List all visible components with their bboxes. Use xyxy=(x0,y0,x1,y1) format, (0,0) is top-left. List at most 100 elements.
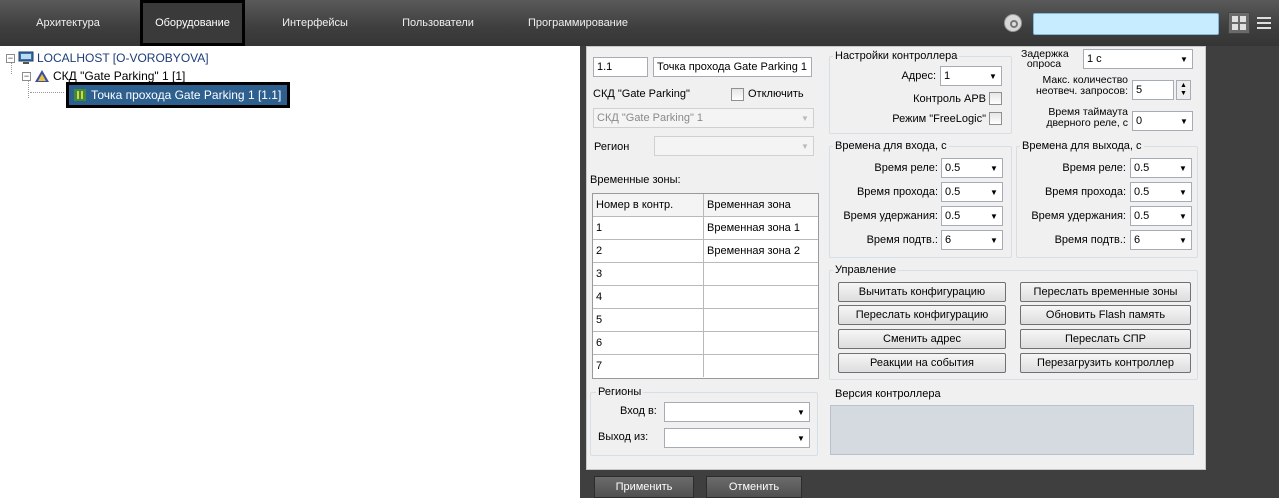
layout-grid-icon[interactable] xyxy=(1228,12,1250,34)
table-cell[interactable]: Временная зона 1 xyxy=(704,217,818,239)
table-cell[interactable]: Временная зона 2 xyxy=(704,240,818,262)
exit-relay-select[interactable]: 0.5 ▼ xyxy=(1130,158,1192,178)
max-requests-field[interactable]: 5 xyxy=(1132,80,1174,100)
exit-hold-label: Время удержания: xyxy=(1031,210,1126,222)
menu-icon[interactable] xyxy=(1253,12,1275,34)
entry-hold-select[interactable]: 0.5 ▼ xyxy=(941,206,1003,226)
change-address-button[interactable]: Сменить адрес xyxy=(838,329,1006,349)
regions-group-title: Регионы xyxy=(596,386,644,398)
read-config-button[interactable]: Вычитать конфигурацию xyxy=(838,282,1006,302)
exit-pass-value: 0.5 xyxy=(1134,186,1150,198)
time-zones-table: Номер в контр. Временная зона 1 Временна… xyxy=(592,193,819,379)
apply-button[interactable]: Применить xyxy=(594,476,694,498)
exit-region-select[interactable]: ▼ xyxy=(664,428,810,448)
table-cell[interactable] xyxy=(704,263,818,285)
relay-timeout-select[interactable]: 0 ▼ xyxy=(1132,111,1193,131)
chevron-down-icon: ▼ xyxy=(1179,163,1187,173)
chevron-up-icon[interactable]: ▲ xyxy=(1180,82,1187,90)
apb-label: Контроль АРВ xyxy=(913,93,986,105)
tree-node-label: Точка прохода Gate Parking 1 [1.1] xyxy=(91,88,282,102)
search-input[interactable] xyxy=(1033,13,1219,35)
disable-checkbox[interactable] xyxy=(731,88,744,101)
table-cell[interactable] xyxy=(704,286,818,308)
table-cell[interactable] xyxy=(704,355,818,377)
entry-region-select[interactable]: ▼ xyxy=(664,402,810,422)
tree-node-label: СКД "Gate Parking" 1 [1] xyxy=(53,69,186,83)
chevron-down-icon[interactable]: ▼ xyxy=(1180,90,1187,98)
apb-checkbox[interactable] xyxy=(989,92,1002,105)
send-time-zones-button[interactable]: Переслать временные зоны xyxy=(1020,282,1191,302)
table-row[interactable]: 6 xyxy=(593,332,818,355)
send-config-button[interactable]: Переслать конфигурацию xyxy=(838,305,1006,325)
entry-confirm-select[interactable]: 6 ▼ xyxy=(941,230,1003,250)
chevron-down-icon: ▼ xyxy=(990,187,998,197)
chevron-down-icon: ▼ xyxy=(1179,211,1187,221)
relay-timeout-label: Время таймаута дверного реле, с xyxy=(1046,106,1128,129)
tab-users[interactable]: Пользователи xyxy=(393,0,483,46)
address-select[interactable]: 1 ▼ xyxy=(940,66,1002,86)
top-menu-bar: Архитектура Оборудование Интерфейсы Поль… xyxy=(0,0,1279,46)
tab-equipment[interactable]: Оборудование xyxy=(140,0,245,46)
update-flash-button[interactable]: Обновить Flash память xyxy=(1020,305,1191,325)
collapse-icon[interactable]: − xyxy=(22,71,31,81)
event-reactions-button[interactable]: Реакции на события xyxy=(838,353,1006,373)
table-row[interactable]: 1 Временная зона 1 xyxy=(593,217,818,240)
settings-gear-icon[interactable] xyxy=(1004,14,1022,32)
column-header[interactable]: Временная зона xyxy=(704,194,818,216)
skd-select[interactable]: СКД "Gate Parking" 1 ▼ xyxy=(593,108,814,128)
name-field[interactable]: Точка прохода Gate Parking 1 xyxy=(653,57,812,77)
chevron-down-icon: ▼ xyxy=(1180,116,1188,126)
tree-node-access-point[interactable]: Точка прохода Gate Parking 1 [1.1] xyxy=(66,82,291,108)
chevron-down-icon: ▼ xyxy=(1179,187,1187,197)
exit-pass-select[interactable]: 0.5 ▼ xyxy=(1130,182,1192,202)
table-row[interactable]: 3 xyxy=(593,263,818,286)
table-row[interactable]: 5 xyxy=(593,309,818,332)
freelogic-checkbox[interactable] xyxy=(989,112,1002,125)
table-cell: 1 xyxy=(593,217,704,239)
tree-node-localhost[interactable]: − LOCALHOST [O-VOROBYOVA] xyxy=(6,50,209,66)
poll-delay-value: 1 с xyxy=(1087,53,1102,65)
exit-confirm-select[interactable]: 6 ▼ xyxy=(1130,230,1192,250)
tab-programming[interactable]: Программирование xyxy=(523,0,633,46)
entry-relay-select[interactable]: 0.5 ▼ xyxy=(941,158,1003,178)
table-row[interactable]: 4 xyxy=(593,286,818,309)
chevron-down-icon: ▼ xyxy=(990,211,998,221)
table-cell: 3 xyxy=(593,263,704,285)
exit-hold-select[interactable]: 0.5 ▼ xyxy=(1130,206,1192,226)
table-row[interactable]: 2 Временная зона 2 xyxy=(593,240,818,263)
entry-region-label: Вход в: xyxy=(620,405,657,417)
table-cell: 6 xyxy=(593,332,704,354)
controller-version-title: Версия контроллера xyxy=(833,388,943,400)
send-spr-button[interactable]: Переслать СПР xyxy=(1020,329,1191,349)
collapse-icon[interactable]: − xyxy=(6,53,15,63)
max-requests-stepper[interactable]: ▲ ▼ xyxy=(1176,80,1191,100)
tab-interfaces[interactable]: Интерфейсы xyxy=(277,0,353,46)
exit-hold-value: 0.5 xyxy=(1134,210,1150,222)
region-select[interactable]: ▼ xyxy=(654,136,814,156)
entry-pass-select[interactable]: 0.5 ▼ xyxy=(941,182,1003,202)
table-row[interactable]: 7 xyxy=(593,355,818,378)
cancel-button[interactable]: Отменить xyxy=(706,476,802,498)
computer-icon xyxy=(18,51,34,65)
reboot-controller-button[interactable]: Перезагрузить контроллер xyxy=(1020,353,1191,373)
address-value: 1 xyxy=(944,70,951,82)
column-header[interactable]: Номер в контр. xyxy=(593,194,704,216)
chevron-down-icon: ▼ xyxy=(1179,235,1187,245)
poll-delay-select[interactable]: 1 с ▼ xyxy=(1083,49,1193,69)
entry-pass-value: 0.5 xyxy=(945,186,961,198)
access-controller-icon xyxy=(34,69,50,83)
relay-timeout-value: 0 xyxy=(1136,115,1143,127)
chevron-down-icon: ▼ xyxy=(797,407,805,417)
table-cell[interactable] xyxy=(704,309,818,331)
table-cell[interactable] xyxy=(704,332,818,354)
entry-times-title: Времена для входа, с xyxy=(833,140,949,152)
tab-architecture[interactable]: Архитектура xyxy=(30,0,106,46)
id-field[interactable]: 1.1 xyxy=(593,57,648,77)
region-label: Регион xyxy=(594,141,630,153)
exit-confirm-value: 6 xyxy=(1134,234,1141,246)
chevron-down-icon: ▼ xyxy=(801,141,809,151)
entry-hold-value: 0.5 xyxy=(945,210,961,222)
entry-confirm-value: 6 xyxy=(945,234,952,246)
equipment-tree: − LOCALHOST [O-VOROBYOVA] − СКД "Gate Pa… xyxy=(6,46,579,498)
exit-relay-label: Время реле: xyxy=(1062,162,1126,174)
